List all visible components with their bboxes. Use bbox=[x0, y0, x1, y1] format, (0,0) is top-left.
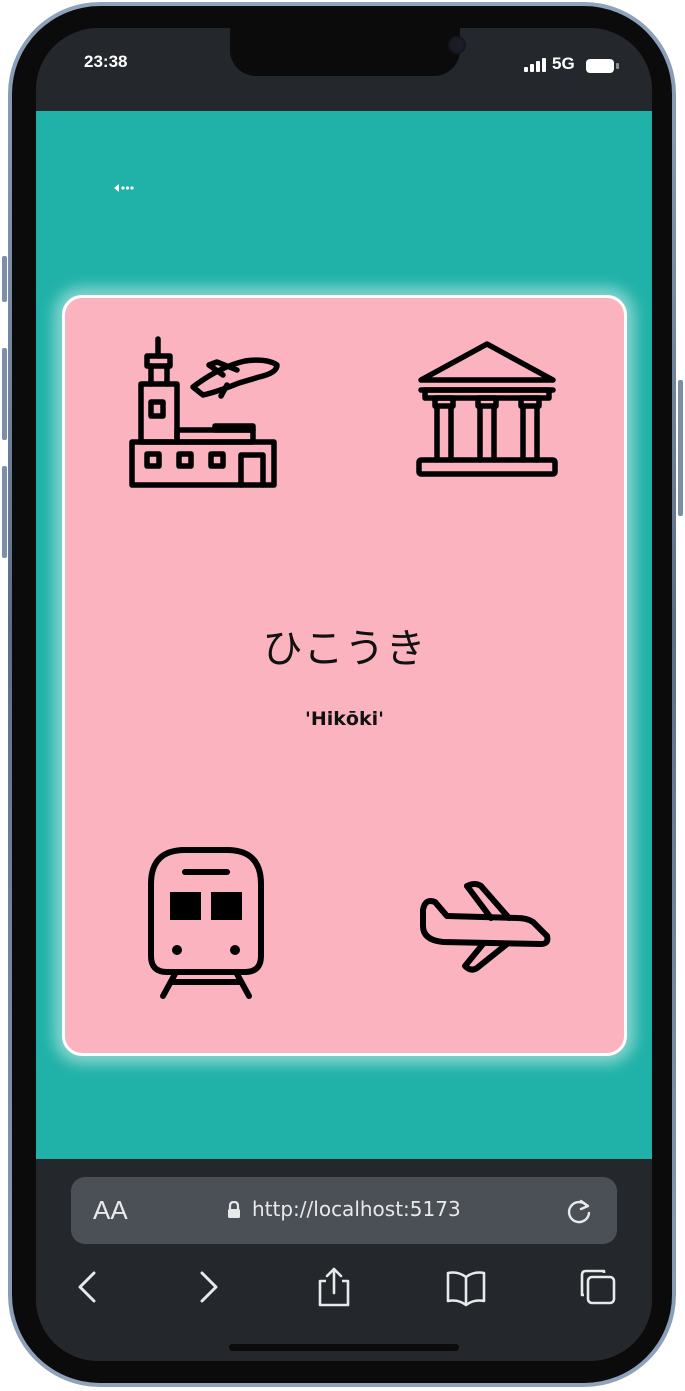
train-icon bbox=[148, 847, 264, 999]
museum-icon bbox=[416, 341, 558, 477]
volume-down-button bbox=[2, 466, 7, 558]
word-romaji: 'Hikōki' bbox=[305, 708, 384, 730]
choice-airport[interactable] bbox=[127, 334, 283, 490]
app-page: ひこうき 'Hikōki' bbox=[36, 111, 652, 1159]
screen: 23:38 5G ひこうき 'Hikōki' AA http://localho… bbox=[36, 28, 652, 1361]
choice-train[interactable] bbox=[145, 846, 269, 1002]
status-bar: 23:38 5G bbox=[36, 28, 652, 111]
airplane-icon bbox=[420, 881, 551, 973]
bookmarks-icon[interactable] bbox=[444, 1265, 488, 1309]
battery-icon bbox=[586, 59, 614, 73]
lock-icon bbox=[228, 1201, 240, 1218]
url-text[interactable]: http://localhost:5173 bbox=[252, 1197, 461, 1221]
address-bar[interactable]: AA http://localhost:5173 bbox=[71, 1177, 617, 1244]
notch bbox=[230, 28, 466, 76]
action-button bbox=[2, 256, 7, 302]
choice-airplane[interactable] bbox=[417, 878, 553, 974]
network-type: 5G bbox=[552, 54, 575, 73]
home-indicator[interactable] bbox=[229, 1344, 459, 1351]
power-button bbox=[678, 380, 683, 516]
text-size-button[interactable]: AA bbox=[93, 1195, 128, 1226]
volume-up-button bbox=[2, 348, 7, 440]
status-time: 23:38 bbox=[84, 52, 128, 71]
back-arrow-dotted-icon[interactable] bbox=[112, 181, 138, 195]
flashcard: ひこうき 'Hikōki' bbox=[62, 295, 627, 1056]
airport-icon bbox=[129, 336, 280, 488]
forward-icon[interactable] bbox=[186, 1265, 230, 1309]
reload-icon[interactable] bbox=[565, 1197, 593, 1225]
front-camera bbox=[448, 36, 466, 54]
share-icon[interactable] bbox=[312, 1265, 356, 1309]
cellular-signal-icon bbox=[524, 58, 546, 72]
battery-tip bbox=[616, 63, 619, 69]
word-kana: ひこうき bbox=[262, 626, 427, 672]
browser-toolbar: AA http://localhost:5173 bbox=[36, 1159, 652, 1361]
tabs-icon[interactable] bbox=[576, 1265, 620, 1309]
back-icon[interactable] bbox=[66, 1265, 110, 1309]
text-size-label: AA bbox=[93, 1195, 128, 1225]
choice-museum[interactable] bbox=[415, 340, 559, 484]
